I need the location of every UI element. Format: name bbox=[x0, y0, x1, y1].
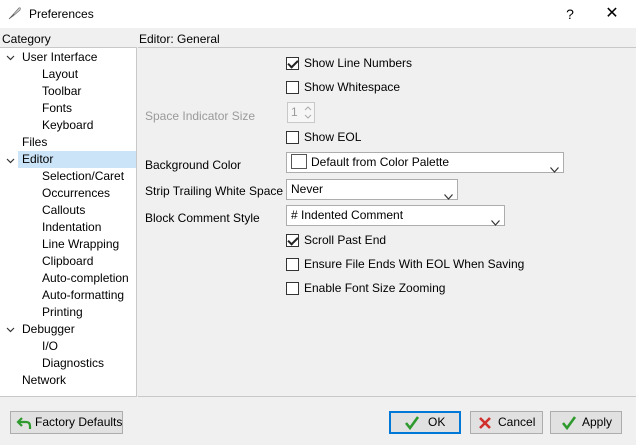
tree-item-occurrences[interactable]: Occurrences bbox=[42, 185, 110, 202]
cancel-button[interactable]: Cancel bbox=[470, 411, 543, 434]
scroll-past-end-label[interactable]: Scroll Past End bbox=[304, 233, 386, 247]
show-line-numbers-checkbox[interactable] bbox=[286, 57, 299, 70]
help-button[interactable]: ? bbox=[560, 4, 580, 24]
tree-item-label: Network bbox=[22, 373, 67, 387]
tree-item-user-interface[interactable]: User Interface bbox=[0, 49, 136, 66]
ok-label: OK bbox=[428, 415, 446, 429]
tree-item-label: Occurrences bbox=[42, 186, 111, 200]
strip-trailing-label: Strip Trailing White Space bbox=[145, 184, 284, 198]
tree-item-selection-caret[interactable]: Selection/Caret bbox=[42, 168, 124, 185]
tree-item-label: Debugger bbox=[22, 322, 75, 336]
block-comment-dropdown[interactable]: # Indented Comment bbox=[286, 205, 505, 226]
tree-item-label: Fonts bbox=[42, 101, 73, 115]
tree-item-label: Files bbox=[22, 135, 48, 149]
spinner-value: 1 bbox=[291, 105, 298, 119]
tree-item-diagnostics[interactable]: Diagnostics bbox=[42, 355, 104, 372]
category-header: Category bbox=[2, 32, 51, 46]
ensure-eol-label[interactable]: Ensure File Ends With EOL When Saving bbox=[304, 257, 524, 271]
feather-icon bbox=[8, 6, 22, 20]
apply-button[interactable]: Apply bbox=[550, 411, 622, 434]
settings-panel: Show Line Numbers Show Whitespace Space … bbox=[138, 47, 636, 397]
category-tree[interactable]: User Interface Layout Toolbar Fonts Keyb… bbox=[0, 47, 137, 397]
tree-item-editor[interactable]: Editor bbox=[18, 151, 136, 168]
tree-item-line-wrapping[interactable]: Line Wrapping bbox=[42, 236, 119, 253]
apply-label: Apply bbox=[582, 415, 613, 429]
background-color-value: Default from Color Palette bbox=[311, 155, 450, 169]
tree-item-label: Indentation bbox=[42, 220, 102, 234]
space-indicator-size-label: Space Indicator Size bbox=[145, 109, 256, 123]
tree-item-layout[interactable]: Layout bbox=[42, 66, 78, 83]
tree-item-label: Toolbar bbox=[42, 84, 82, 98]
strip-trailing-value: Never bbox=[291, 182, 324, 196]
tree-item-clipboard[interactable]: Clipboard bbox=[42, 253, 93, 270]
chevron-down-icon[interactable] bbox=[6, 53, 15, 62]
font-zoom-checkbox[interactable] bbox=[286, 282, 299, 295]
tree-item-callouts[interactable]: Callouts bbox=[42, 202, 85, 219]
show-eol-checkbox[interactable] bbox=[286, 131, 299, 144]
window-title: Preferences bbox=[29, 7, 94, 21]
tree-item-label: Line Wrapping bbox=[42, 237, 120, 251]
x-icon bbox=[477, 415, 493, 431]
color-swatch bbox=[291, 154, 307, 170]
tree-item-label: Keyboard bbox=[42, 118, 94, 132]
show-whitespace-label[interactable]: Show Whitespace bbox=[304, 80, 400, 94]
tree-item-toolbar[interactable]: Toolbar bbox=[42, 83, 81, 100]
tree-item-label: Layout bbox=[42, 67, 79, 81]
strip-trailing-dropdown[interactable]: Never bbox=[286, 179, 458, 200]
factory-defaults-label: Factory Defaults bbox=[35, 415, 123, 429]
chevron-down-icon[interactable] bbox=[6, 156, 15, 165]
font-zoom-label[interactable]: Enable Font Size Zooming bbox=[304, 281, 445, 295]
chevron-down-icon bbox=[550, 160, 559, 173]
chevron-down-icon[interactable] bbox=[6, 325, 15, 334]
show-eol-label[interactable]: Show EOL bbox=[304, 130, 361, 144]
tree-item-label: Clipboard bbox=[42, 254, 94, 268]
scroll-past-end-checkbox[interactable] bbox=[286, 234, 299, 247]
title-bar: Preferences ? ✕ bbox=[0, 0, 636, 28]
chevron-down-icon bbox=[491, 213, 500, 226]
tree-item-label: Editor bbox=[22, 152, 54, 166]
tree-item-label: User Interface bbox=[22, 50, 98, 64]
undo-arrow-icon bbox=[16, 415, 32, 431]
close-button[interactable]: ✕ bbox=[602, 4, 622, 24]
tree-item-indentation[interactable]: Indentation bbox=[42, 219, 101, 236]
tree-item-auto-formatting[interactable]: Auto-formatting bbox=[42, 287, 124, 304]
tree-item-label: Selection/Caret bbox=[42, 169, 125, 183]
tree-item-label: Callouts bbox=[42, 203, 86, 217]
tree-item-io[interactable]: I/O bbox=[42, 338, 58, 355]
page-title: Editor: General bbox=[139, 32, 220, 46]
background-color-dropdown[interactable]: Default from Color Palette bbox=[286, 152, 564, 173]
spinner-arrows-icon[interactable] bbox=[303, 104, 313, 121]
tree-item-network[interactable]: Network bbox=[22, 372, 66, 389]
background-color-label: Background Color bbox=[145, 158, 242, 172]
check-icon bbox=[561, 415, 577, 431]
show-line-numbers-label[interactable]: Show Line Numbers bbox=[304, 56, 412, 70]
show-whitespace-checkbox[interactable] bbox=[286, 81, 299, 94]
tree-item-label: Auto-completion bbox=[42, 271, 129, 285]
tree-item-label: I/O bbox=[42, 339, 59, 353]
tree-item-files[interactable]: Files bbox=[22, 134, 47, 151]
tree-item-fonts[interactable]: Fonts bbox=[42, 100, 72, 117]
tree-item-label: Diagnostics bbox=[42, 356, 105, 370]
tree-item-printing[interactable]: Printing bbox=[42, 304, 83, 321]
tree-item-keyboard[interactable]: Keyboard bbox=[42, 117, 93, 134]
block-comment-label: Block Comment Style bbox=[145, 211, 260, 225]
factory-defaults-button[interactable]: Factory Defaults bbox=[10, 411, 123, 434]
tree-item-label: Printing bbox=[42, 305, 83, 319]
tree-item-label: Auto-formatting bbox=[42, 288, 125, 302]
space-indicator-size-spinner[interactable]: 1 bbox=[287, 102, 315, 123]
tree-item-auto-completion[interactable]: Auto-completion bbox=[42, 270, 129, 287]
block-comment-value: # Indented Comment bbox=[291, 208, 404, 222]
ensure-eol-checkbox[interactable] bbox=[286, 258, 299, 271]
chevron-down-icon bbox=[444, 187, 453, 200]
tree-item-debugger[interactable]: Debugger bbox=[0, 321, 136, 338]
check-icon bbox=[404, 415, 420, 431]
cancel-label: Cancel bbox=[498, 415, 536, 429]
ok-button[interactable]: OK bbox=[389, 411, 461, 434]
